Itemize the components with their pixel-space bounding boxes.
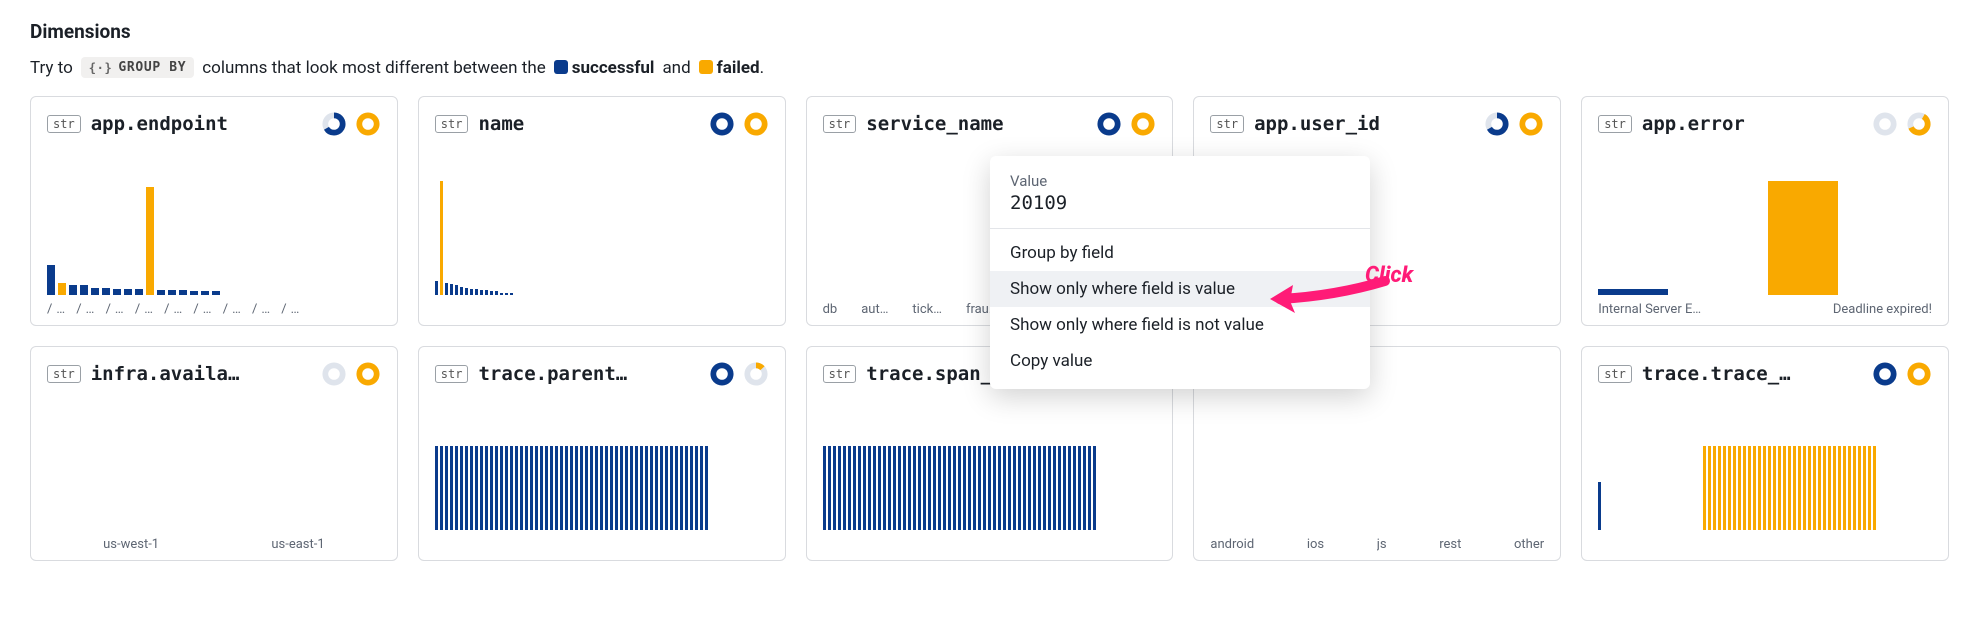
type-tag: str: [823, 365, 857, 383]
x-label: aut…: [861, 302, 888, 317]
donut-failed-icon: [1906, 111, 1932, 137]
context-menu: Value 20109 Group by field Show only whe…: [990, 156, 1370, 389]
value-label: Value: [990, 172, 1370, 190]
mini-chart: [47, 410, 381, 530]
mini-chart: [1210, 410, 1544, 530]
type-tag: str: [435, 115, 469, 133]
hint-middle: columns that look most different between…: [202, 58, 545, 78]
hint-failed: failed: [717, 58, 760, 78]
x-label: other: [1514, 537, 1544, 552]
donut-successful-icon: [1096, 111, 1122, 137]
dimension-card[interactable]: str trace.parent…: [418, 346, 786, 561]
x-label: tick…: [912, 302, 942, 317]
dimension-card[interactable]: str name: [418, 96, 786, 326]
donut-failed-icon: [355, 361, 381, 387]
x-labels: us-west-1 us-east-1: [47, 537, 381, 552]
dimension-card[interactable]: str infra.availa… us-west-1 us-east-1: [30, 346, 398, 561]
card-name: name: [478, 113, 524, 135]
menu-item-show-only-is-not[interactable]: Show only where field is not value: [990, 307, 1370, 343]
type-tag: str: [823, 115, 857, 133]
mini-chart: [47, 175, 381, 295]
mini-chart: [1598, 175, 1932, 295]
braces-icon: {·}: [89, 61, 113, 75]
dimension-card[interactable]: str trace.trace_…: [1581, 346, 1949, 561]
mini-chart: [435, 410, 769, 530]
swatch-successful: successful: [554, 58, 655, 78]
x-label: Internal Server E…: [1598, 302, 1701, 317]
section-title: Dimensions: [30, 20, 1949, 43]
x-label: db: [823, 302, 838, 317]
value: 20109: [990, 190, 1370, 228]
donut-successful-icon: [1484, 111, 1510, 137]
type-tag: str: [47, 115, 81, 133]
groupby-label: GROUP BY: [118, 60, 186, 75]
donut-failed-icon: [355, 111, 381, 137]
donut-successful-icon: [321, 361, 347, 387]
type-tag: str: [435, 365, 469, 383]
dimension-card[interactable]: str app.endpoint /… /… /… /… /… /… /… /……: [30, 96, 398, 326]
donut-successful-icon: [709, 361, 735, 387]
swatch-failed: failed.: [699, 58, 764, 78]
donut-successful-icon: [1872, 111, 1898, 137]
x-label: us-east-1: [271, 537, 324, 552]
type-tag: str: [1210, 115, 1244, 133]
hint-successful: successful: [572, 58, 655, 78]
hint-period: .: [760, 58, 764, 78]
donut-failed-icon: [1906, 361, 1932, 387]
type-tag: str: [47, 365, 81, 383]
x-label: ios: [1307, 537, 1324, 552]
card-name: app.error: [1642, 113, 1745, 135]
dimension-grid: str app.endpoint /… /… /… /… /… /… /… /……: [30, 96, 1949, 561]
card-name: trace.parent…: [478, 363, 627, 385]
hint-and: and: [662, 58, 690, 78]
dimension-card[interactable]: str app.error Internal Server E… Deadlin…: [1581, 96, 1949, 326]
donut-failed-icon: [743, 361, 769, 387]
card-name: app.endpoint: [91, 113, 228, 135]
donut-successful-icon: [321, 111, 347, 137]
x-label: Deadline expired!: [1833, 302, 1932, 317]
x-ellipsis: /… /… /… /… /… /… /… /… /…: [47, 302, 303, 317]
menu-separator: [990, 228, 1370, 229]
card-name: app.user_id: [1254, 113, 1380, 135]
x-label: android: [1210, 537, 1254, 552]
type-tag: str: [1598, 365, 1632, 383]
mini-chart: [823, 410, 1157, 530]
x-label: rest: [1439, 537, 1461, 552]
x-label: js: [1377, 537, 1387, 552]
card-name: infra.availa…: [91, 363, 240, 385]
menu-item-copy-value[interactable]: Copy value: [990, 343, 1370, 379]
mini-chart: [1598, 410, 1932, 530]
menu-item-group-by[interactable]: Group by field: [990, 235, 1370, 271]
x-label: us-west-1: [103, 537, 159, 552]
donut-failed-icon: [743, 111, 769, 137]
groupby-badge[interactable]: {·} GROUP BY: [81, 57, 194, 78]
x-labels: android ios js rest other: [1210, 537, 1544, 552]
hint-row: Try to {·} GROUP BY columns that look mo…: [30, 57, 1949, 78]
card-name: trace.trace_…: [1642, 363, 1791, 385]
menu-item-show-only-is[interactable]: Show only where field is value: [990, 271, 1370, 307]
donut-failed-icon: [1518, 111, 1544, 137]
donut-successful-icon: [709, 111, 735, 137]
card-name: service_name: [866, 113, 1003, 135]
donut-successful-icon: [1872, 361, 1898, 387]
hint-prefix: Try to: [30, 58, 73, 78]
mini-chart: [435, 175, 769, 295]
type-tag: str: [1598, 115, 1632, 133]
donut-failed-icon: [1130, 111, 1156, 137]
x-labels: Internal Server E… Deadline expired!: [1598, 302, 1932, 317]
